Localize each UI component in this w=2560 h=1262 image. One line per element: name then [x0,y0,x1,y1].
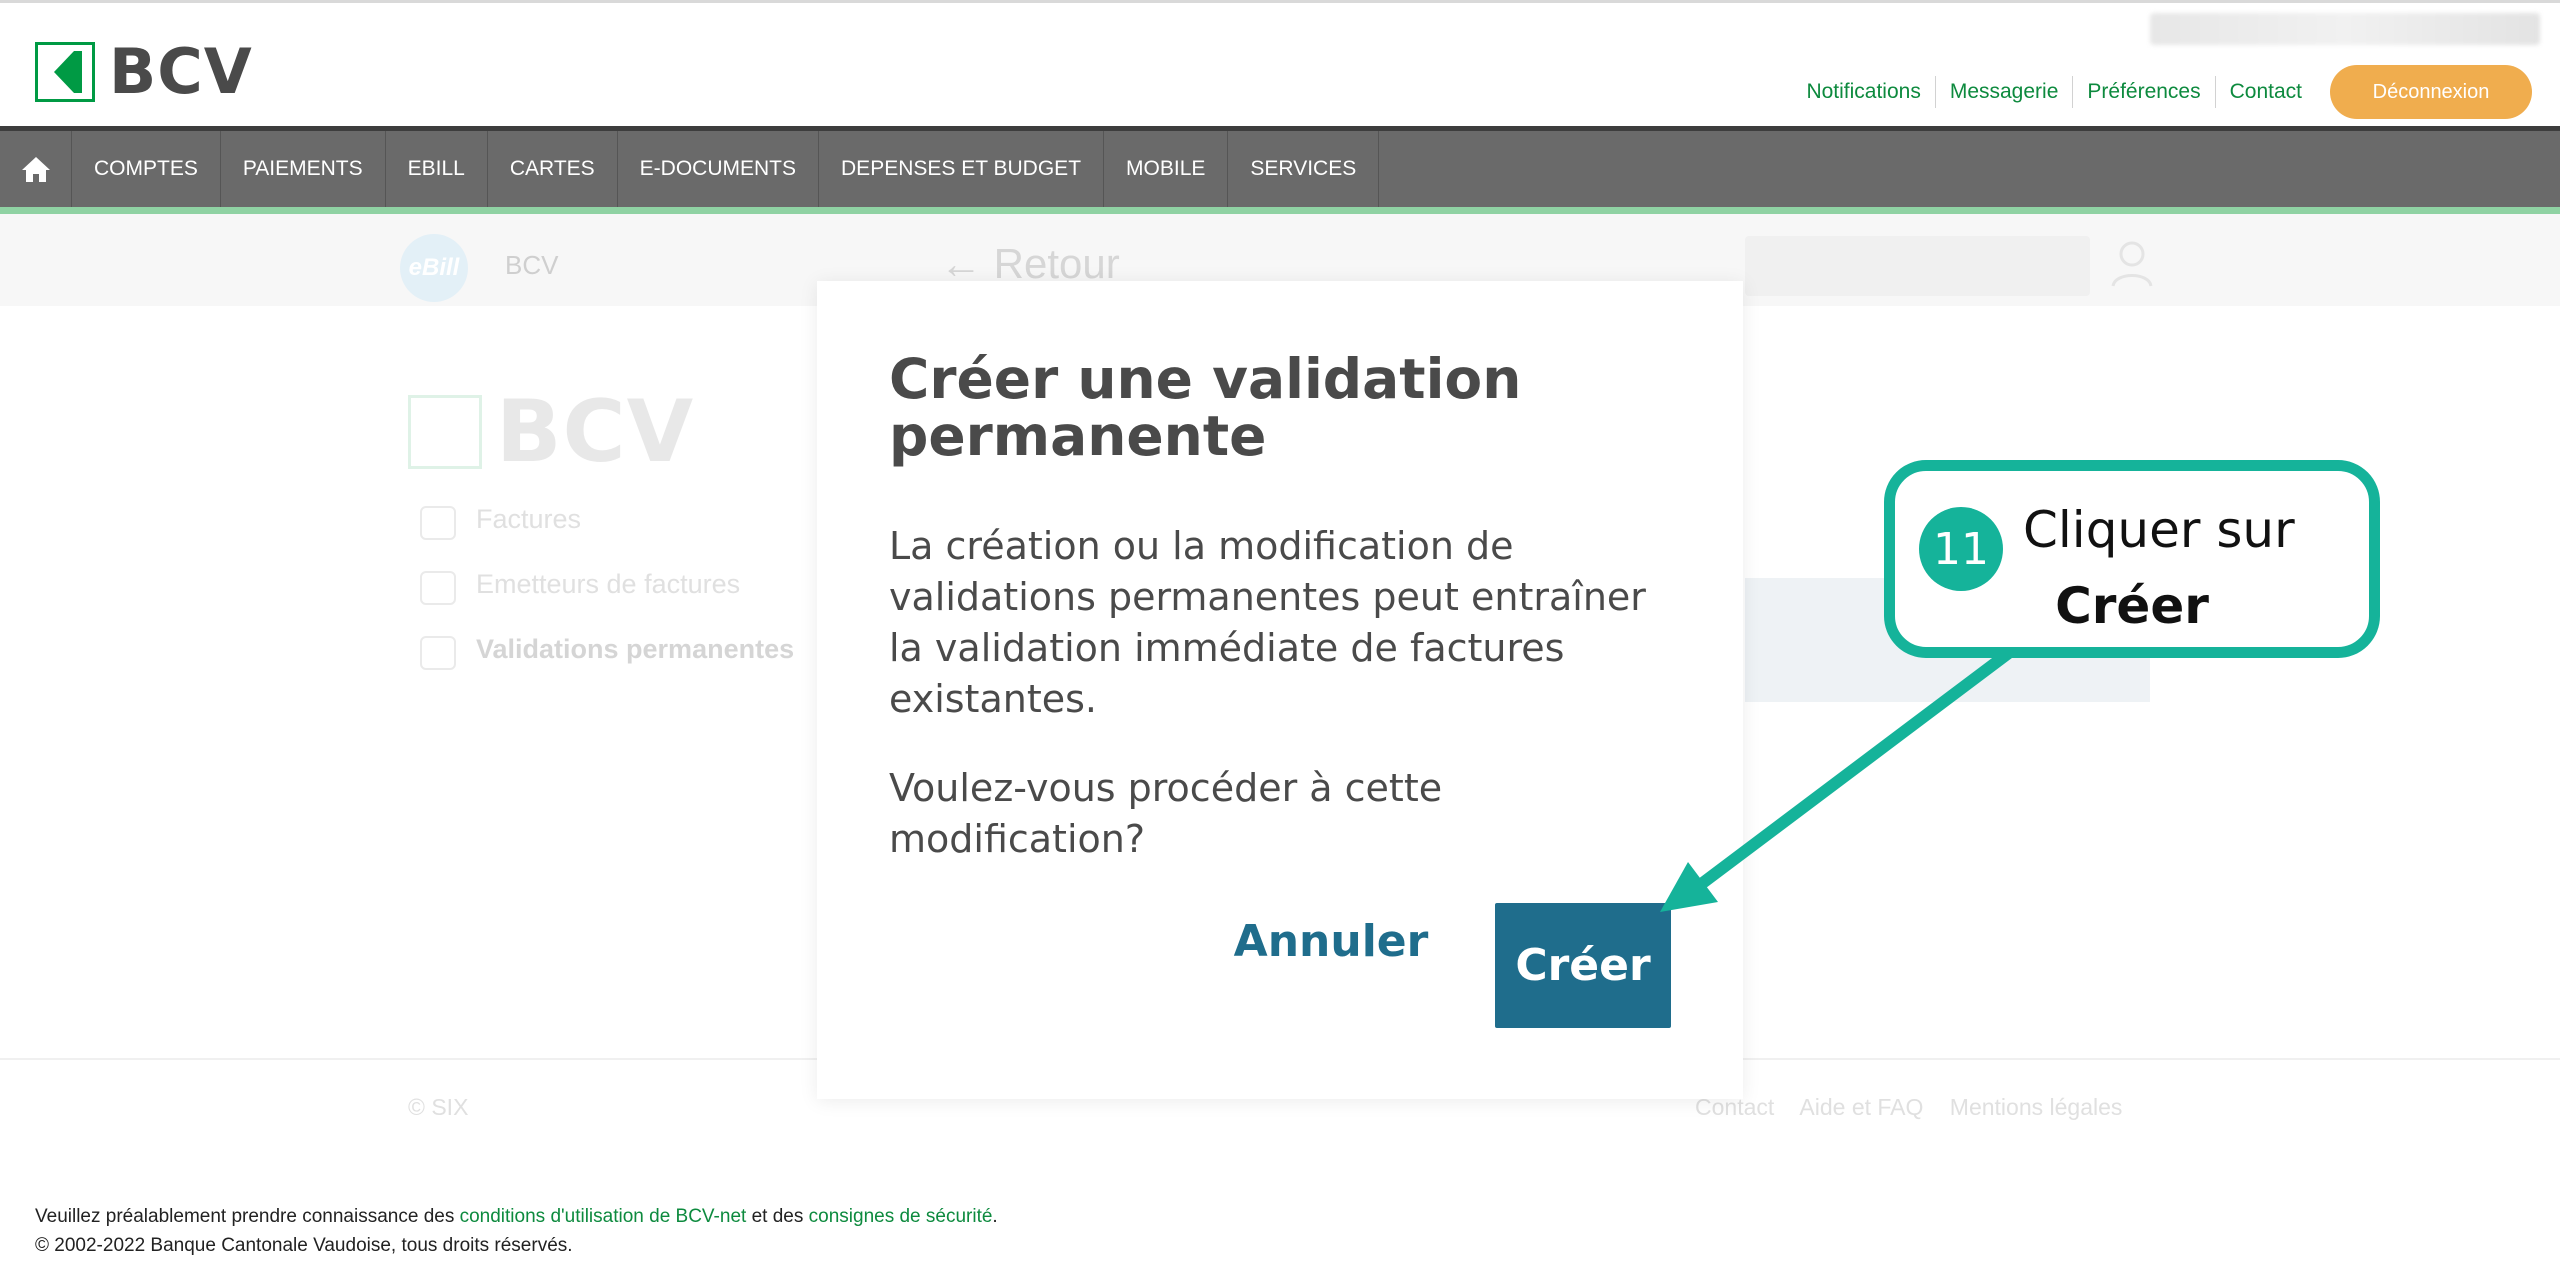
menu-emetteurs: Emetteurs de factures [420,569,794,605]
nav-paiements[interactable]: PAIEMENTS [221,131,386,207]
home-icon [21,157,50,182]
cancel-button[interactable]: Annuler [1217,903,1445,979]
menu-factures: Factures [420,504,794,540]
footer-notice: Veuillez préalablement prendre connaissa… [35,1202,2525,1231]
tutorial-callout: 11 Cliquer sur Créer [1884,460,2380,658]
conditions-link[interactable]: conditions d'utilisation de BCV-net [460,1206,747,1227]
callout-target: Créer [2055,577,2209,635]
top-links: Notifications Messagerie Préférences Con… [1792,65,2532,119]
main-nav: COMPTES PAIEMENTS EBILL CARTES E-DOCUMEN… [0,126,2560,214]
bcv-logo-icon [35,41,95,102]
messagerie-link[interactable]: Messagerie [1936,76,2074,108]
callout-instruction: Cliquer sur [2023,501,2295,559]
nav-mobile[interactable]: MOBILE [1104,131,1229,207]
ebill-footer-aide: Aide et FAQ [1799,1094,1924,1120]
security-link[interactable]: consignes de sécurité [809,1206,993,1227]
ebill-issuer-name: BCV [505,250,559,280]
ebill-search-field [1745,236,2090,296]
page-footer: Veuillez préalablement prendre connaissa… [0,1162,2560,1262]
footer-notice-middle: et des [746,1206,809,1227]
ebill-brand-logo: BCV [408,382,694,482]
dialog-title: Créer une validation permanente [889,347,1522,468]
nav-comptes[interactable]: COMPTES [72,131,221,207]
top-header: BCV Notifications Messagerie Préférences… [0,0,2560,126]
user-name-blurred [2150,13,2540,45]
preferences-link[interactable]: Préférences [2073,76,2216,108]
person-icon [2111,241,2153,287]
menu-validations-permanentes: Validations permanentes [420,634,794,670]
ebill-footer-copyright: © SIX [408,1094,469,1120]
create-button[interactable]: Créer [1495,903,1671,1028]
nav-services[interactable]: SERVICES [1228,131,1380,207]
ebill-brand-logo-text: BCV [496,382,695,482]
ebill-footer-mentions: Mentions légales [1949,1094,2123,1120]
nav-ebill[interactable]: EBILL [386,131,488,207]
contact-link[interactable]: Contact [2216,76,2316,108]
ebill-side-menu: Factures Emetteurs de factures Validatio… [420,504,794,699]
dialog-message: La création ou la modification de valida… [889,524,1646,721]
bcv-logo-text: BCV [109,35,253,108]
nav-depenses-budget[interactable]: DEPENSES ET BUDGET [819,131,1105,207]
bcv-logo[interactable]: BCV [35,35,253,108]
notifications-link[interactable]: Notifications [1792,76,1936,108]
nav-cartes[interactable]: CARTES [488,131,618,207]
create-validation-dialog: Créer une validation permanente La créat… [817,281,1743,1099]
ebill-badge: eBill [400,234,468,302]
footer-copyright: © 2002-2022 Banque Cantonale Vaudoise, t… [35,1235,573,1256]
ebill-footer-links: Contact Aide et FAQ Mentions légales [1695,1094,2142,1121]
nav-e-documents[interactable]: E-DOCUMENTS [618,131,820,207]
home-button[interactable] [0,131,72,207]
ebill-brand-logo-icon [408,395,482,469]
logout-button[interactable]: Déconnexion [2330,65,2532,119]
footer-notice-prefix: Veuillez préalablement prendre connaissa… [35,1206,460,1227]
footer-notice-suffix: . [992,1206,998,1227]
dialog-question: Voulez-vous procéder à cette modificatio… [889,766,1443,861]
